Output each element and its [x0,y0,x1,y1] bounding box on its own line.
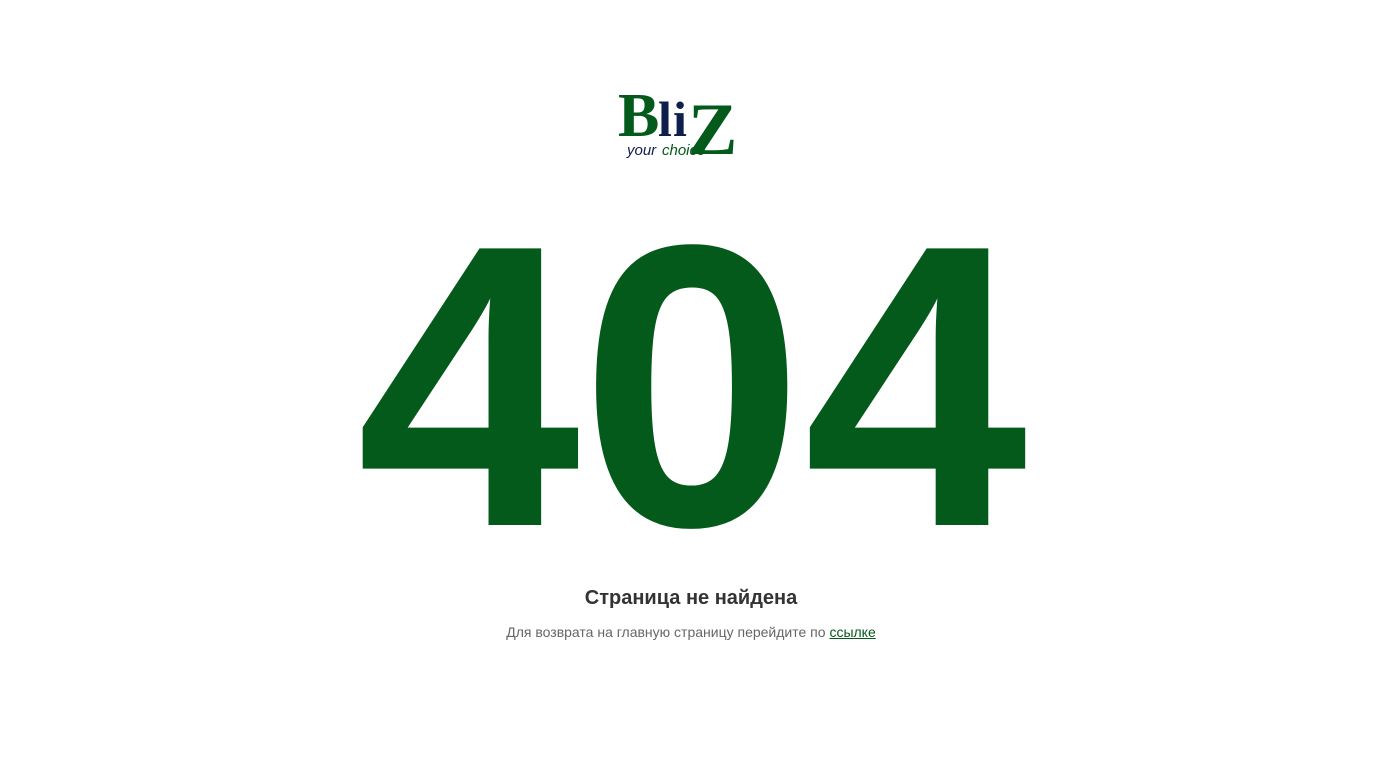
svg-text:l: l [658,91,672,147]
svg-text:choice: choice [662,142,705,159]
logo-mark: B l i Z your choice [618,84,737,160]
svg-text:i: i [673,91,687,147]
svg-text:your: your [626,142,657,159]
error-description: Для возврата на главную страницу перейди… [0,622,1382,642]
home-link[interactable]: ссылке [829,624,875,640]
site-logo[interactable]: B l i Z your choice [618,84,768,160]
error-code: 404 [356,162,1028,611]
error-title: Страница не найдена [584,587,798,609]
error-description-text: Для возврата на главную страницу перейди… [506,624,826,640]
svg-text:B: B [618,84,659,150]
error-page: B l i Z your choice 404 Страница не найд… [0,0,1400,780]
